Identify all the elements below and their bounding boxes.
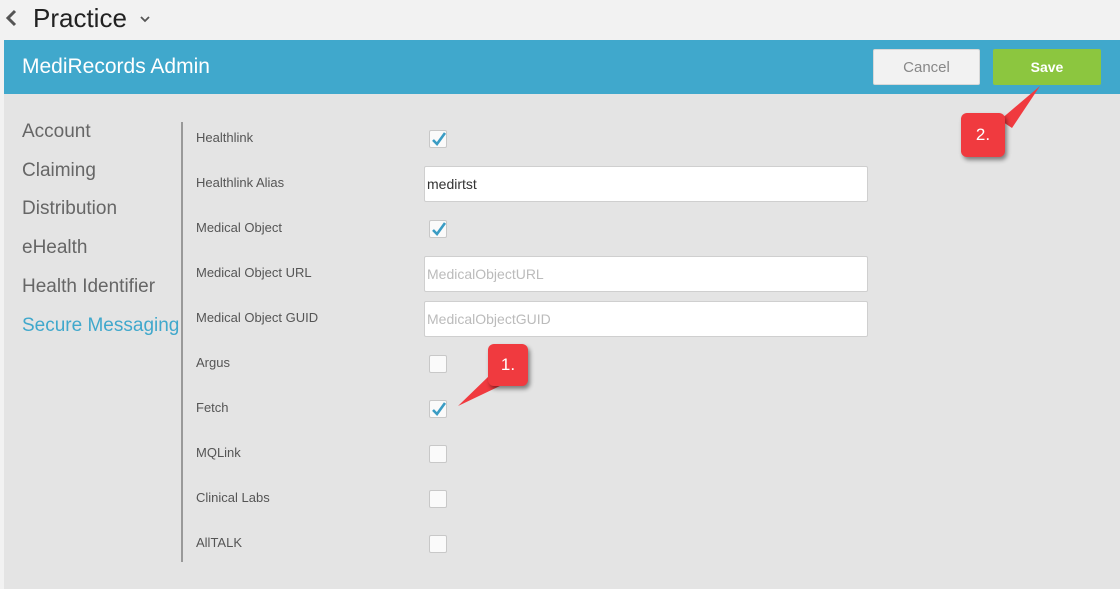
sidebar-divider bbox=[181, 122, 183, 562]
medical-object-guid-label: Medical Object GUID bbox=[196, 310, 319, 325]
panel-header: MediRecords Admin Cancel Save bbox=[4, 40, 1120, 94]
medical-object-checkbox[interactable] bbox=[429, 220, 447, 238]
alltalk-checkbox[interactable] bbox=[429, 535, 447, 553]
medical-object-guid-input[interactable] bbox=[424, 301, 868, 337]
checkmark-icon bbox=[432, 402, 447, 416]
sidebar-item-health-identifier[interactable]: Health Identifier bbox=[22, 275, 155, 299]
medical-object-label: Medical Object bbox=[196, 220, 282, 235]
healthlink-checkbox[interactable] bbox=[429, 130, 447, 148]
callout-1: 1. bbox=[488, 344, 528, 386]
healthlink-alias-label: Healthlink Alias bbox=[196, 175, 285, 190]
sidebar-item-account[interactable]: Account bbox=[22, 120, 91, 144]
fetch-checkbox[interactable] bbox=[429, 400, 447, 418]
argus-label: Argus bbox=[196, 355, 230, 370]
healthlink-label: Healthlink bbox=[196, 130, 254, 145]
top-bar: Practice bbox=[0, 0, 1120, 40]
chevron-down-icon[interactable] bbox=[138, 12, 152, 26]
alltalk-label: AllTALK bbox=[196, 535, 242, 550]
save-button[interactable]: Save bbox=[993, 49, 1101, 85]
mqlink-label: MQLink bbox=[196, 445, 241, 460]
clinical-labs-checkbox[interactable] bbox=[429, 490, 447, 508]
medical-object-url-input[interactable] bbox=[424, 256, 868, 292]
chevron-left-icon[interactable] bbox=[4, 6, 18, 30]
sidebar-item-distribution[interactable]: Distribution bbox=[22, 197, 117, 221]
fetch-label: Fetch bbox=[196, 400, 229, 415]
checkmark-icon bbox=[432, 132, 447, 146]
sidebar-item-claiming[interactable]: Claiming bbox=[22, 159, 96, 183]
page-title[interactable]: Practice bbox=[33, 1, 127, 35]
admin-panel: MediRecords Admin Cancel Save Account Cl… bbox=[4, 40, 1120, 589]
healthlink-alias-input[interactable] bbox=[424, 166, 868, 202]
medical-object-url-label: Medical Object URL bbox=[196, 265, 312, 280]
argus-checkbox[interactable] bbox=[429, 355, 447, 373]
mqlink-checkbox[interactable] bbox=[429, 445, 447, 463]
sidebar-item-ehealth[interactable]: eHealth bbox=[22, 236, 88, 260]
clinical-labs-label: Clinical Labs bbox=[196, 490, 270, 505]
panel-title: MediRecords Admin bbox=[22, 55, 210, 78]
checkmark-icon bbox=[432, 222, 447, 236]
sidebar-item-secure-messaging[interactable]: Secure Messaging bbox=[22, 314, 179, 338]
cancel-button[interactable]: Cancel bbox=[873, 49, 980, 85]
callout-2: 2. bbox=[961, 113, 1005, 157]
